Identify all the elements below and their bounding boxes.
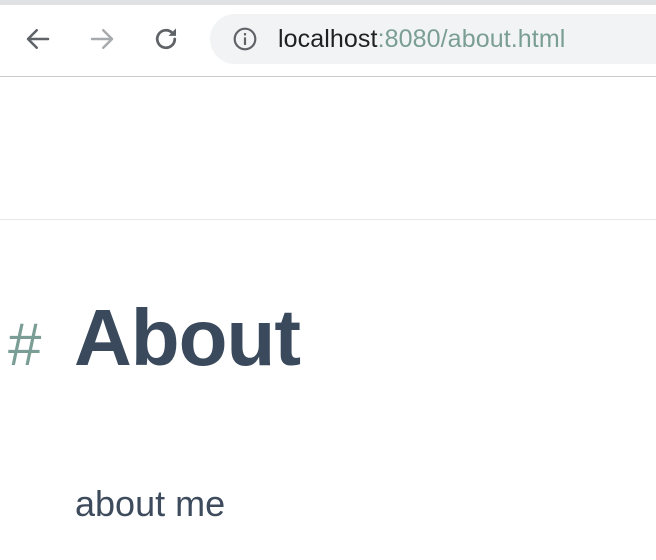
back-button[interactable]: [20, 21, 56, 57]
url-text[interactable]: localhost:8080/about.html: [278, 14, 565, 64]
page-title: About: [74, 293, 301, 382]
reload-button[interactable]: [148, 21, 184, 57]
forward-button[interactable]: [84, 21, 120, 57]
arrow-left-icon: [23, 24, 53, 54]
address-bar[interactable]: localhost:8080/about.html: [210, 14, 656, 64]
url-host: localhost: [278, 25, 378, 53]
arrow-right-icon: [87, 24, 117, 54]
page-content: # About about me: [0, 221, 656, 560]
reload-icon: [151, 24, 181, 54]
browser-toolbar: localhost:8080/about.html: [0, 5, 656, 77]
url-port-path: :8080/about.html: [377, 25, 566, 53]
page-header-bar: [0, 77, 656, 220]
about-paragraph: about me: [75, 483, 226, 524]
page-heading: # About: [8, 293, 301, 399]
heading-anchor-link[interactable]: #: [8, 300, 74, 390]
info-icon[interactable]: [232, 26, 258, 52]
